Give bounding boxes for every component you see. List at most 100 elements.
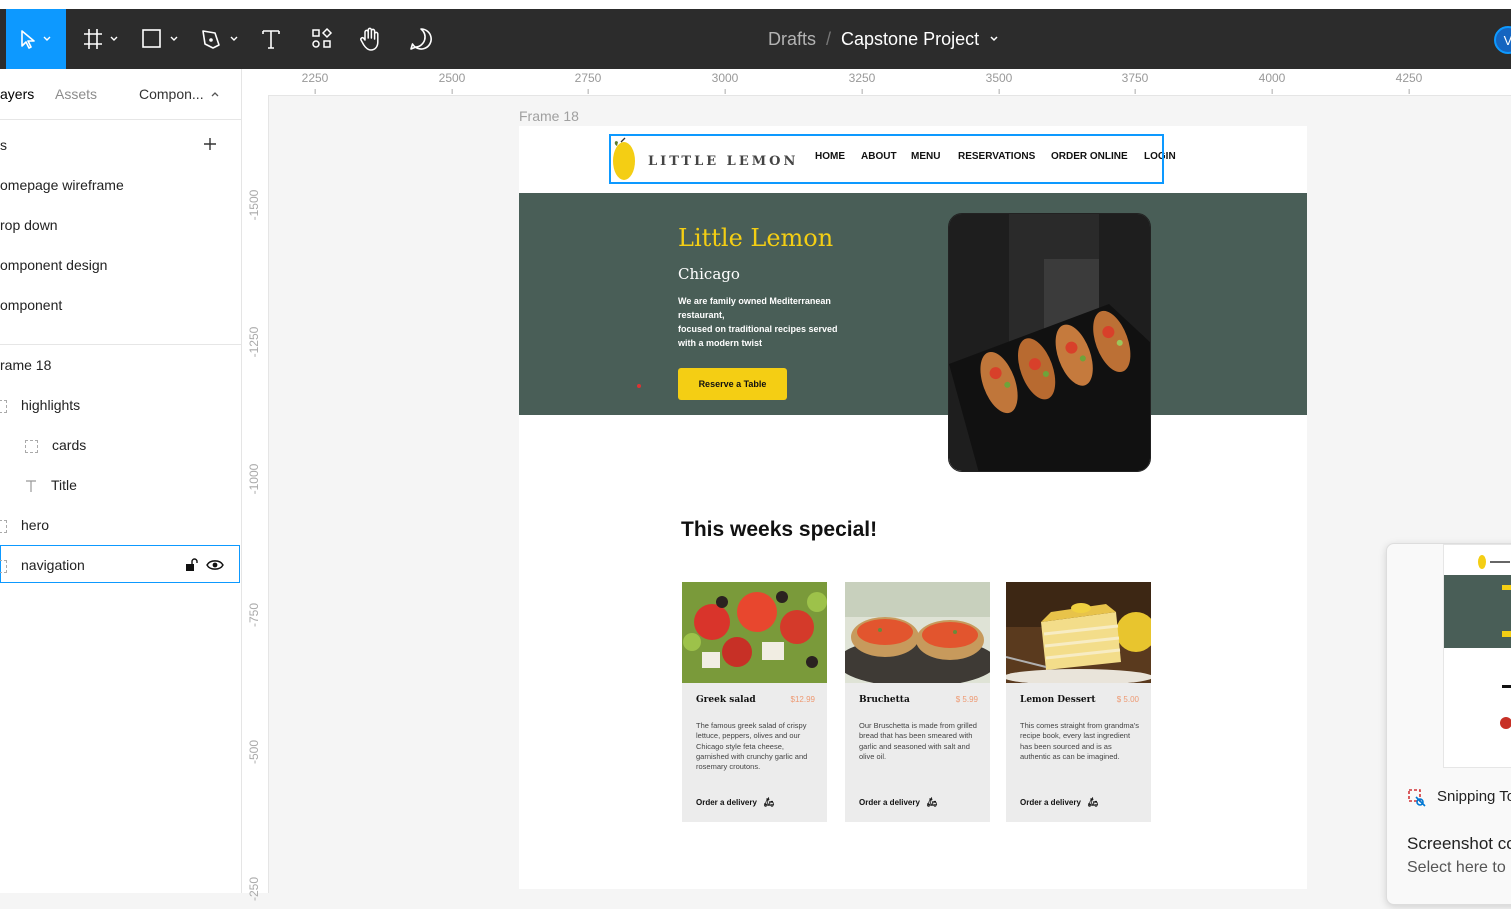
hero-description: We are family owned Mediterranean restau… — [678, 294, 858, 350]
comment-tool-button[interactable] — [406, 9, 436, 69]
ruler-tick: -250 — [247, 876, 261, 902]
special-card[interactable]: Greek salad $12.99 The famous greek sala… — [682, 582, 827, 822]
order-delivery-link[interactable]: Order a delivery 🛵︎ — [1020, 797, 1099, 808]
snipping-tool-icon — [1408, 789, 1426, 807]
page-item[interactable]: omponent design — [0, 257, 107, 273]
shape-tool-button[interactable] — [140, 9, 182, 69]
delivery-bike-icon: 🛵︎ — [763, 797, 775, 807]
add-page-icon[interactable] — [202, 136, 218, 152]
hero-title: Little Lemon — [678, 224, 834, 252]
breadcrumb-drafts[interactable]: Drafts — [768, 29, 816, 50]
screenshot-thumbnail[interactable] — [1443, 544, 1511, 768]
ruler-tick: 4000 — [1258, 71, 1286, 94]
order-delivery-link[interactable]: Order a delivery 🛵︎ — [696, 797, 775, 808]
layer-label: navigation — [21, 557, 85, 573]
vertical-ruler: -1500 -1250 -1000 -750 -500 -250 — [242, 95, 269, 901]
delivery-bike-icon: 🛵︎ — [926, 797, 938, 807]
frame-layer-icon — [0, 559, 7, 573]
frame-label[interactable]: Frame 18 — [519, 108, 579, 124]
frame-layer-icon — [0, 399, 7, 413]
ruler-tick: -1250 — [247, 326, 261, 358]
pages-header: s — [0, 137, 7, 153]
layers-panel: ayers Assets Compon... s omepage wirefra… — [0, 69, 242, 893]
navigation-selection-box[interactable] — [609, 134, 1164, 184]
ruler-tick: 3500 — [985, 71, 1013, 94]
layer-cards[interactable]: cards — [25, 437, 86, 453]
card-price: $ 5.99 — [955, 695, 978, 704]
project-name[interactable]: Capstone Project — [841, 29, 979, 50]
special-card[interactable]: Bruchetta $ 5.99 Our Bruschetta is made … — [845, 582, 990, 822]
tab-layers[interactable]: ayers — [0, 86, 34, 102]
special-card[interactable]: Lemon Dessert $ 5.00 This comes straight… — [1006, 582, 1151, 822]
card-name: Bruchetta — [859, 695, 910, 705]
layer-highlights[interactable]: highlights — [0, 397, 80, 413]
snipping-tool-notification[interactable]: Snipping To Screenshot co Select here to — [1386, 543, 1511, 905]
frame-layer-icon — [25, 439, 38, 453]
card-description: This comes straight from grandma's recip… — [1020, 721, 1139, 761]
components-icon — [312, 27, 333, 48]
divider — [0, 119, 241, 120]
snipping-tool-app-name: Snipping To — [1437, 788, 1511, 805]
rectangle-icon — [142, 29, 178, 48]
layer-label: cards — [52, 437, 87, 453]
ruler-tick: 3250 — [848, 71, 876, 94]
layer-title[interactable]: Title — [24, 477, 77, 493]
layer-label: highlights — [21, 397, 81, 413]
pen-icon — [202, 30, 238, 49]
page-item[interactable]: rop down — [0, 217, 58, 233]
hand-icon — [360, 27, 379, 51]
avatar[interactable]: V — [1494, 26, 1511, 54]
card-name: Greek salad — [696, 695, 756, 705]
red-dot — [637, 384, 641, 388]
text-tool-button[interactable] — [256, 9, 286, 69]
page-item[interactable]: omepage wireframe — [0, 177, 124, 193]
move-tool-button[interactable] — [6, 9, 66, 69]
ruler-tick: 3750 — [1121, 71, 1149, 94]
ruler-tick: 2750 — [574, 71, 602, 94]
ruler-tick: 3000 — [711, 71, 739, 94]
toolbar: Drafts / Capstone Project V — [0, 9, 1511, 69]
order-delivery-label: Order a delivery — [859, 798, 920, 807]
top-strip — [0, 0, 1511, 9]
ruler-tick: 4250 — [1395, 71, 1423, 94]
hero-subtitle: Chicago — [678, 265, 740, 283]
card-price: $ 5.00 — [1116, 695, 1139, 704]
breadcrumb: Drafts / Capstone Project — [768, 9, 1005, 69]
resources-tool-button[interactable] — [308, 9, 336, 69]
ruler-tick: -750 — [247, 602, 261, 628]
tab-assets[interactable]: Assets — [55, 86, 97, 102]
card-description: Our Bruschetta is made from grilled brea… — [859, 721, 977, 761]
text-layer-icon — [26, 480, 36, 493]
order-delivery-label: Order a delivery — [1020, 798, 1081, 807]
order-delivery-label: Order a delivery — [696, 798, 757, 807]
hero-image — [948, 213, 1151, 472]
ruler-tick: -1000 — [247, 463, 261, 495]
horizontal-ruler: 2250 2500 2750 3000 3250 3500 3750 4000 … — [242, 69, 1511, 96]
layer-label: Title — [51, 477, 77, 493]
card-price: $12.99 — [790, 695, 815, 704]
frame-tool-button[interactable] — [82, 9, 122, 69]
tab-components[interactable]: Compon... — [139, 86, 204, 102]
frame-layer-icon — [0, 519, 7, 533]
ruler-tick: -500 — [247, 739, 261, 765]
chevron-down-icon[interactable] — [983, 32, 1005, 46]
specials-title: This weeks special! — [681, 518, 878, 541]
pen-tool-button[interactable] — [199, 9, 243, 69]
unlock-icon[interactable] — [184, 558, 198, 572]
text-icon — [262, 30, 280, 49]
layer-hero[interactable]: hero — [0, 517, 49, 533]
cursor-icon — [21, 30, 51, 49]
ruler-tick: 2250 — [301, 71, 329, 94]
layer-navigation[interactable]: navigation — [0, 557, 85, 573]
chevron-up-icon[interactable] — [209, 89, 221, 99]
hand-tool-button[interactable] — [356, 9, 386, 69]
reserve-table-button[interactable]: Reserve a Table — [678, 368, 787, 400]
greek-salad-image — [682, 582, 827, 683]
hero-section[interactable] — [519, 193, 1307, 415]
delivery-bike-icon: 🛵︎ — [1087, 797, 1099, 807]
page-item[interactable]: omponent — [0, 297, 62, 313]
layer-frame-18[interactable]: rame 18 — [0, 357, 51, 373]
order-delivery-link[interactable]: Order a delivery 🛵︎ — [859, 797, 938, 808]
eye-icon[interactable] — [206, 558, 224, 572]
card-name: Lemon Dessert — [1020, 695, 1096, 705]
